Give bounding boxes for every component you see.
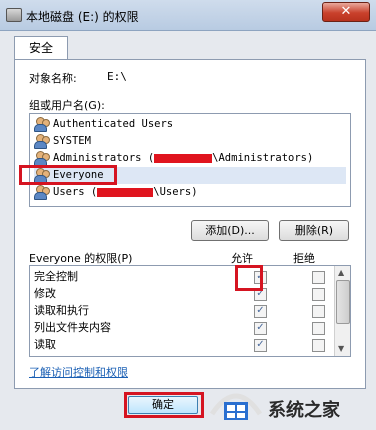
permission-row: 列出文件夹内容 ✓ <box>30 319 332 336</box>
user-group-icon <box>34 117 50 132</box>
list-item[interactable]: Users ( \Users) <box>34 184 346 201</box>
permission-row: 完全控制 ✓ <box>30 268 332 285</box>
remove-button[interactable]: 删除(R) <box>279 220 349 241</box>
scroll-down-icon[interactable]: ▼ <box>338 344 344 353</box>
deny-checkbox[interactable] <box>312 288 325 301</box>
permission-name: 完全控制 <box>34 270 78 283</box>
list-item-label: SYSTEM <box>53 135 91 147</box>
redaction-mark <box>154 153 213 163</box>
watermark-logo-icon <box>209 393 263 420</box>
deny-checkbox[interactable] <box>312 339 325 352</box>
ok-button[interactable]: 确定 <box>128 396 198 414</box>
permission-name: 列出文件夹内容 <box>34 321 111 334</box>
watermark: 系统之家 <box>206 384 376 427</box>
permission-row: 读取和执行 ✓ <box>30 302 332 319</box>
groups-label: 组或用户名(G): <box>29 99 105 112</box>
deny-column-label: 拒绝 <box>293 252 315 265</box>
list-item[interactable]: Authenticated Users <box>34 116 346 133</box>
close-button[interactable]: ✕ <box>322 2 370 22</box>
permission-row: 读取 ✓ <box>30 336 332 353</box>
permission-row: 修改 ✓ <box>30 285 332 302</box>
watermark-text: 系统之家 <box>268 400 340 421</box>
scroll-thumb[interactable] <box>336 280 350 324</box>
permissions-scrollbar[interactable]: ▲ ▼ <box>334 266 350 356</box>
access-control-help-link[interactable]: 了解访问控制和权限 <box>29 364 128 380</box>
permission-name: 修改 <box>34 287 56 300</box>
tab-security[interactable]: 安全 <box>14 36 68 60</box>
deny-checkbox[interactable] <box>312 305 325 318</box>
allow-checkbox[interactable]: ✓ <box>254 305 267 318</box>
object-name-value: E:\ <box>107 70 127 83</box>
window-title: 本地磁盘 (E:) 的权限 <box>26 10 139 24</box>
user-group-icon <box>34 185 50 200</box>
allow-checkbox[interactable]: ✓ <box>254 339 267 352</box>
deny-checkbox[interactable] <box>312 322 325 335</box>
title-bar: 本地磁盘 (E:) 的权限 ✕ <box>0 0 376 31</box>
allow-column-label: 允许 <box>231 252 253 265</box>
full-control-highlight-box <box>235 265 263 291</box>
security-panel: 对象名称: E:\ 组或用户名(G): Authenticated Users … <box>14 59 366 389</box>
everyone-highlight-box <box>19 165 117 185</box>
permissions-list: 完全控制 ✓ 修改 ✓ 读取和执行 ✓ 列出文件夹内容 ✓ 读取 ✓ ▲ ▼ <box>29 265 351 357</box>
redaction-mark <box>97 187 154 197</box>
list-item[interactable]: SYSTEM <box>34 133 346 150</box>
permission-name: 读取和执行 <box>34 304 89 317</box>
permissions-header: Everyone 的权限(P) <box>29 252 133 265</box>
groups-listbox[interactable]: Authenticated Users SYSTEM Administrator… <box>29 113 351 207</box>
scroll-up-icon[interactable]: ▲ <box>338 268 344 277</box>
drive-icon <box>6 8 22 22</box>
list-item-label: Authenticated Users <box>53 118 174 130</box>
list-item-suffix: \Users) <box>153 186 198 198</box>
user-group-icon <box>34 151 50 166</box>
permission-name: 读取 <box>34 338 56 351</box>
allow-checkbox[interactable]: ✓ <box>254 322 267 335</box>
list-item-suffix: \Administrators) <box>212 152 314 164</box>
list-item-label: Users ( <box>53 186 98 198</box>
add-button[interactable]: 添加(D)... <box>191 220 269 241</box>
object-name-label: 对象名称: <box>29 72 77 85</box>
deny-checkbox[interactable] <box>312 271 325 284</box>
user-group-icon <box>34 134 50 149</box>
list-item-label: Administrators ( <box>53 152 155 164</box>
